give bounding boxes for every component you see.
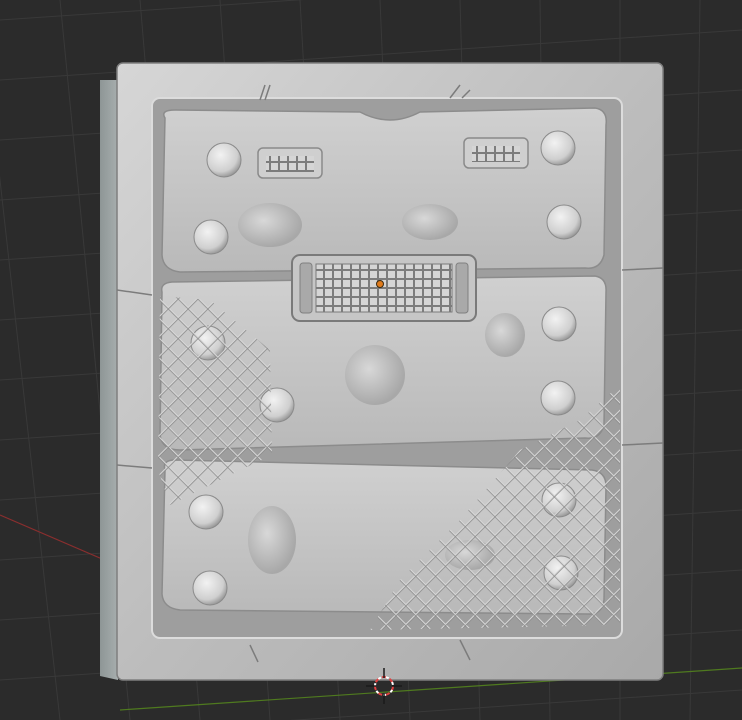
dent [485,313,525,357]
dent [402,204,458,240]
sculpted-wall-panel[interactable] [100,62,664,681]
panel-top [161,107,608,273]
dent [238,203,302,247]
bolt-icon [540,380,576,416]
3d-viewport[interactable] [0,0,742,720]
small-vent-icon [463,137,529,169]
dent [345,345,405,405]
object-origin-icon [376,280,384,288]
panel-side-face [100,80,118,680]
bolt-icon [546,204,582,240]
small-vent-icon [257,147,323,179]
center-vent-icon [291,254,477,322]
dent [248,506,296,574]
bolt-icon [206,142,242,178]
bolt-icon [541,306,577,342]
bolt-icon [193,219,229,255]
bolt-icon [188,494,224,530]
bolt-icon [540,130,576,166]
bolt-icon [192,570,228,606]
